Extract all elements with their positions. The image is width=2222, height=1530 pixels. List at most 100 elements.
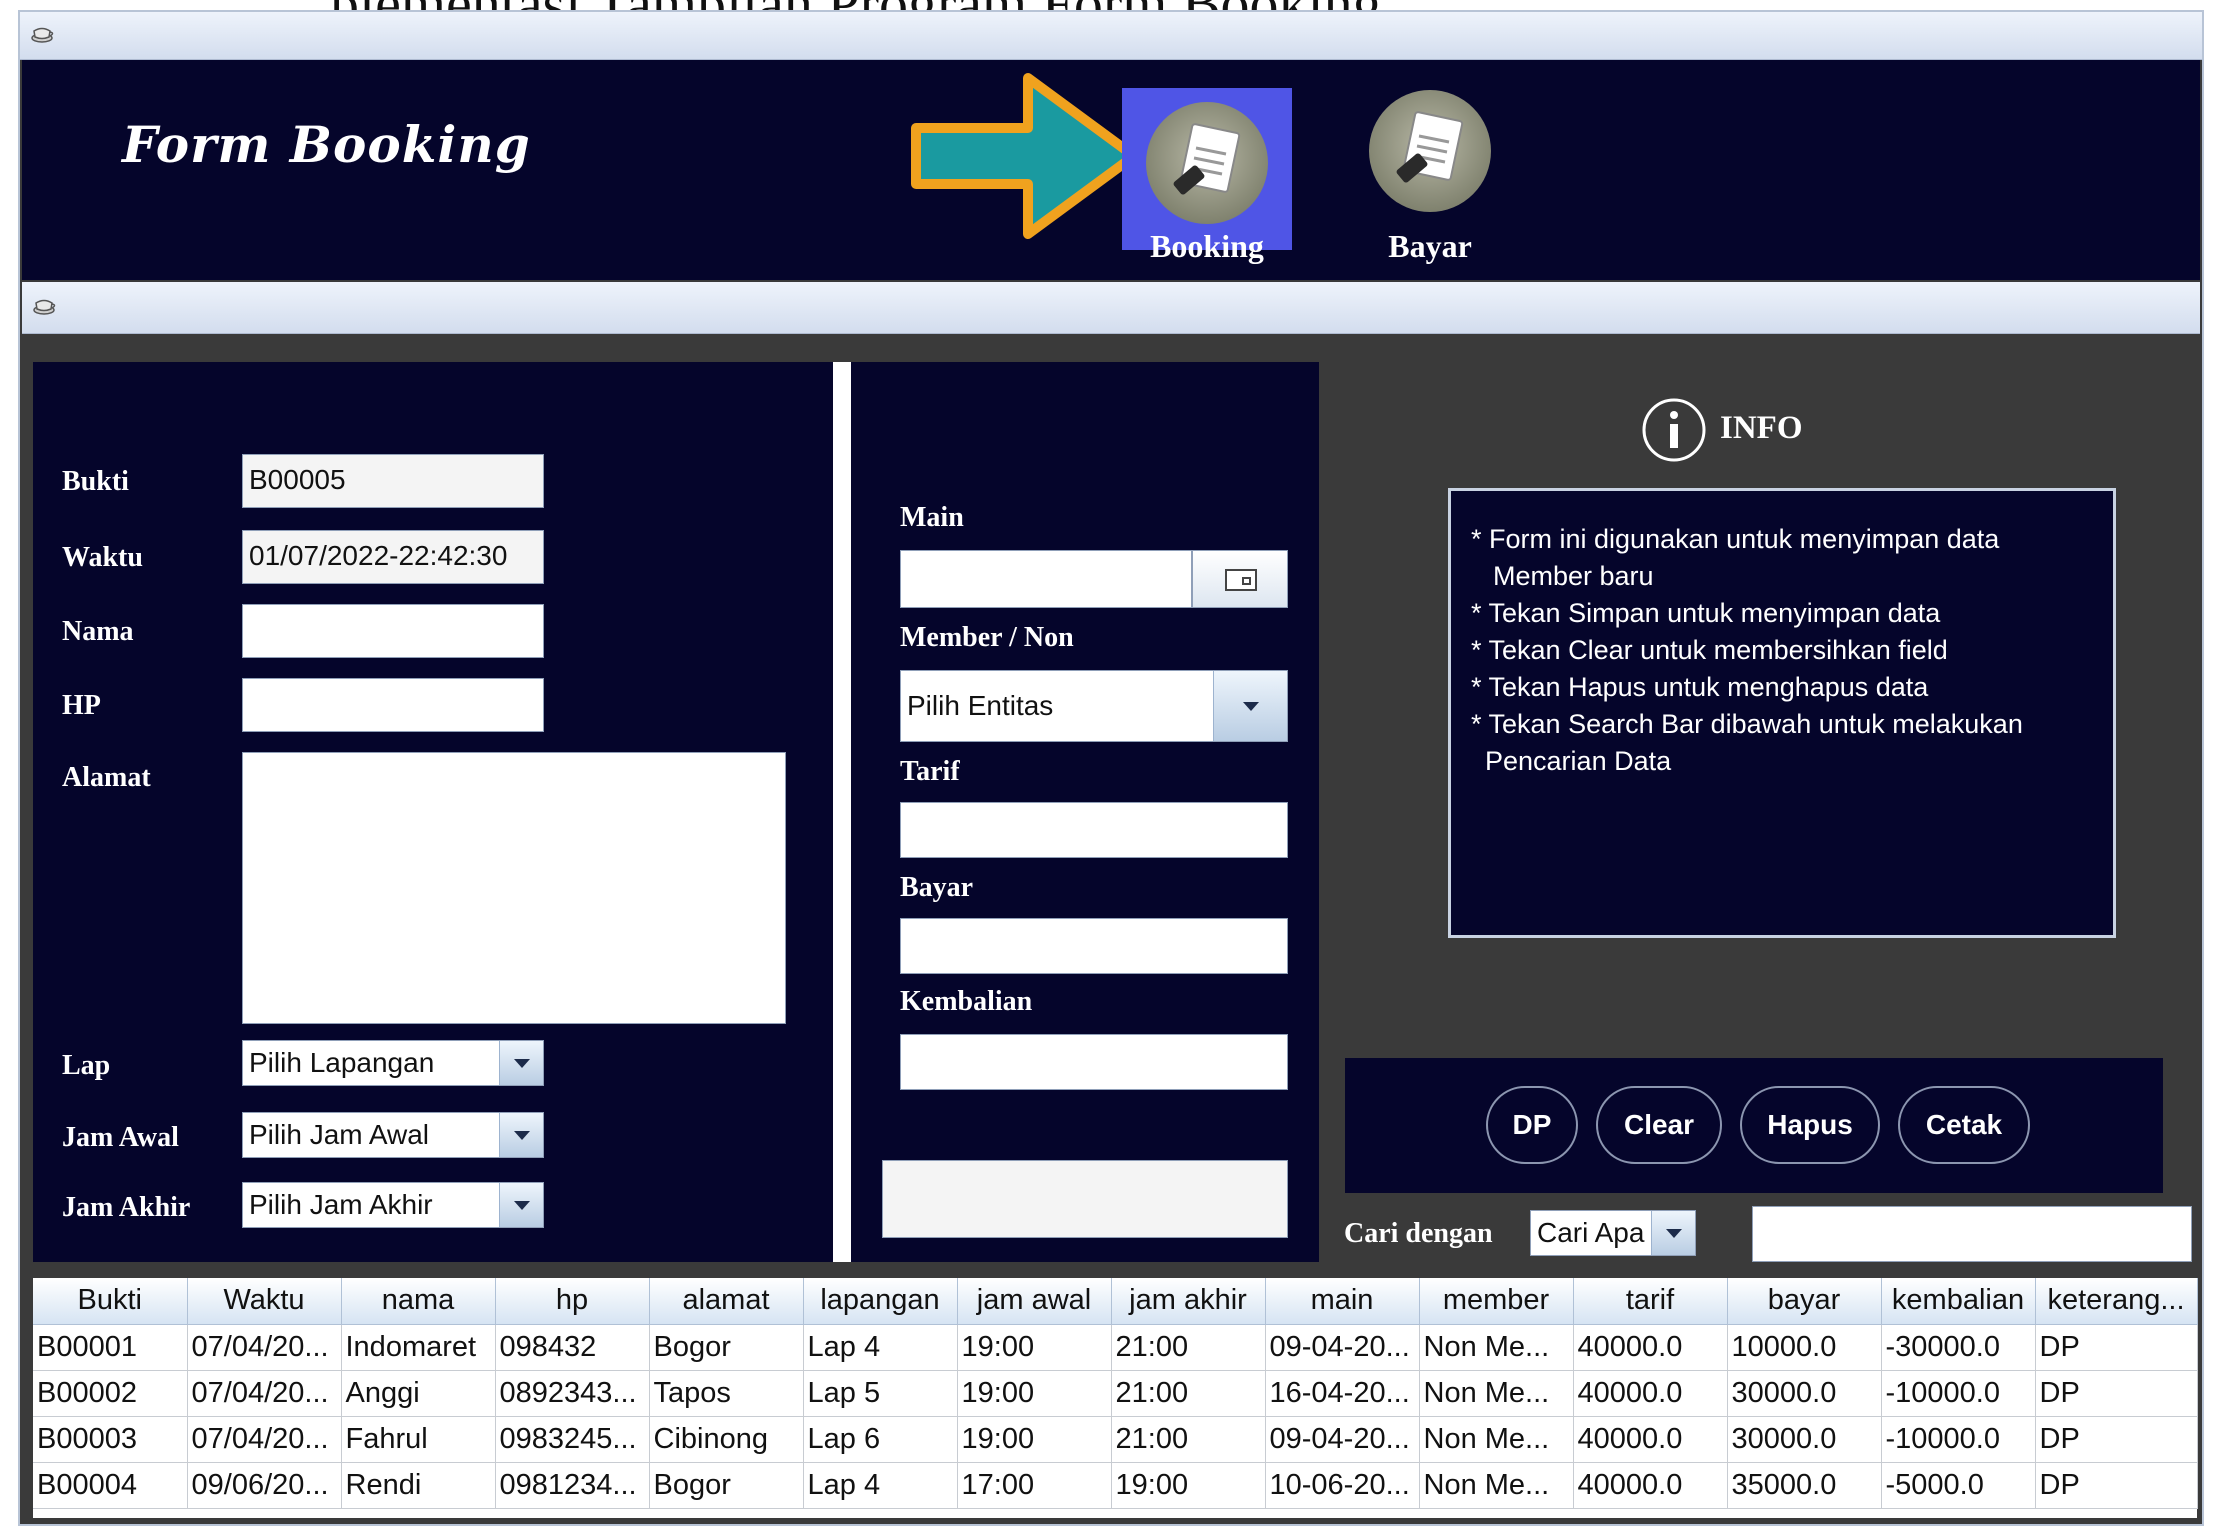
member-select-value: Pilih Entitas <box>907 690 1054 721</box>
table-cell: Lap 6 <box>803 1416 958 1463</box>
bayar-field[interactable] <box>900 918 1288 974</box>
table-cell: Anggi <box>341 1370 496 1417</box>
table-cell: DP <box>2035 1370 2198 1417</box>
column-header[interactable]: Bukti <box>33 1278 188 1325</box>
clear-button[interactable]: Clear <box>1596 1086 1722 1164</box>
hp-label: HP <box>62 690 101 721</box>
table-cell: 16-04-20... <box>1265 1370 1420 1417</box>
table-cell: B00001 <box>33 1324 188 1371</box>
column-header[interactable]: tarif <box>1573 1278 1728 1325</box>
table-cell: 17:00 <box>957 1462 1112 1509</box>
kembalian-field[interactable] <box>900 1034 1288 1090</box>
table-cell: B00002 <box>33 1370 188 1417</box>
search-input[interactable] <box>1752 1206 2192 1262</box>
column-header[interactable]: member <box>1419 1278 1574 1325</box>
table-cell: 40000.0 <box>1573 1416 1728 1463</box>
table-cell: 19:00 <box>957 1324 1112 1371</box>
bukti-label: Bukti <box>62 466 129 497</box>
member-select[interactable]: Pilih Entitas <box>900 670 1288 742</box>
inner-frame-title-bar[interactable] <box>22 282 2200 334</box>
table-cell: Lap 4 <box>803 1462 958 1509</box>
main-date-field[interactable] <box>900 550 1192 608</box>
calendar-icon <box>1225 569 1257 591</box>
waktu-label: Waktu <box>62 542 143 573</box>
table-cell: Bogor <box>649 1324 804 1371</box>
booking-table[interactable]: Bukti Waktu nama hp alamat lapangan jam … <box>33 1278 2198 1518</box>
kembalian-label: Kembalian <box>900 986 1033 1017</box>
tarif-field[interactable] <box>900 802 1288 858</box>
column-header[interactable]: kembalian <box>1881 1278 2036 1325</box>
hp-field[interactable] <box>242 678 544 732</box>
bukti-field[interactable]: B00005 <box>242 454 544 508</box>
chevron-down-icon[interactable] <box>499 1113 543 1157</box>
dp-button[interactable]: DP <box>1486 1086 1578 1164</box>
nama-field[interactable] <box>242 604 544 658</box>
table-cell: Rendi <box>341 1462 496 1509</box>
search-category-select[interactable]: Cari Apa ? <box>1530 1210 1696 1256</box>
jam-akhir-select[interactable]: Pilih Jam Akhir <box>242 1182 544 1228</box>
table-row[interactable]: B00001 07/04/20... Indomaret 098432 Bogo… <box>33 1324 2198 1371</box>
column-header[interactable]: keterang... <box>2035 1278 2198 1325</box>
table-cell: 21:00 <box>1111 1416 1266 1463</box>
table-cell: 10000.0 <box>1727 1324 1882 1371</box>
chevron-down-icon[interactable] <box>1651 1211 1695 1255</box>
info-line: Pencarian Data <box>1485 746 1672 776</box>
info-line: * Tekan Hapus untuk menghapus data <box>1471 672 1929 702</box>
column-header[interactable]: jam akhir <box>1111 1278 1266 1325</box>
calendar-button[interactable] <box>1192 550 1288 608</box>
table-cell: -30000.0 <box>1881 1324 2036 1371</box>
lap-select[interactable]: Pilih Lapangan <box>242 1040 544 1086</box>
bayar-label: Bayar <box>900 872 974 903</box>
table-cell: Fahrul <box>341 1416 496 1463</box>
column-header[interactable]: jam awal <box>957 1278 1112 1325</box>
table-cell: DP <box>2035 1416 2198 1463</box>
table-row[interactable]: B00002 07/04/20... Anggi 0892343... Tapo… <box>33 1370 2198 1417</box>
table-cell: 40000.0 <box>1573 1370 1728 1417</box>
table-row[interactable]: B00003 07/04/20... Fahrul 0983245... Cib… <box>33 1416 2198 1463</box>
info-line: * Tekan Search Bar dibawah untuk melakuk… <box>1471 709 2023 739</box>
info-line: * Tekan Clear untuk membersihkan field <box>1471 635 1948 665</box>
column-header[interactable]: bayar <box>1727 1278 1882 1325</box>
chevron-down-icon[interactable] <box>1213 671 1287 741</box>
info-box: * Form ini digunakan untuk menyimpan dat… <box>1448 488 2116 938</box>
info-title: INFO <box>1720 410 1803 446</box>
keterangan-field[interactable] <box>882 1160 1288 1238</box>
chevron-down-icon[interactable] <box>499 1041 543 1085</box>
document-icon <box>1146 102 1268 224</box>
hapus-button[interactable]: Hapus <box>1740 1086 1880 1164</box>
table-cell: 40000.0 <box>1573 1462 1728 1509</box>
column-header[interactable]: nama <box>341 1278 496 1325</box>
table-cell: 07/04/20... <box>187 1416 342 1463</box>
cetak-button[interactable]: Cetak <box>1898 1086 2030 1164</box>
table-cell: 19:00 <box>1111 1462 1266 1509</box>
alamat-textarea[interactable] <box>242 752 786 1024</box>
chevron-down-icon[interactable] <box>499 1183 543 1227</box>
column-header[interactable]: lapangan <box>803 1278 958 1325</box>
outer-frame-title-bar[interactable] <box>20 12 2202 60</box>
jam-akhir-label: Jam Akhir <box>62 1192 191 1223</box>
table-cell: 0892343... <box>495 1370 650 1417</box>
lap-label: Lap <box>62 1050 111 1081</box>
table-cell: 10-06-20... <box>1265 1462 1420 1509</box>
nav-bayar-button[interactable]: Bayar <box>1355 88 1505 264</box>
table-cell: B00003 <box>33 1416 188 1463</box>
lap-select-value: Pilih Lapangan <box>249 1047 435 1078</box>
column-header[interactable]: alamat <box>649 1278 804 1325</box>
column-header[interactable]: Waktu <box>187 1278 342 1325</box>
nama-label: Nama <box>62 616 134 647</box>
nav-booking-label: Booking <box>1150 228 1264 264</box>
column-header[interactable]: hp <box>495 1278 650 1325</box>
table-row[interactable]: B00004 09/06/20... Rendi 0981234... Bogo… <box>33 1462 2198 1509</box>
jam-awal-select[interactable]: Pilih Jam Awal <box>242 1112 544 1158</box>
table-cell: 21:00 <box>1111 1370 1266 1417</box>
nav-booking-button[interactable]: Booking <box>1122 88 1292 264</box>
table-cell: Non Me... <box>1419 1370 1574 1417</box>
panel-divider <box>833 362 851 1262</box>
table-cell: -10000.0 <box>1881 1416 2036 1463</box>
table-cell: 19:00 <box>957 1370 1112 1417</box>
jam-awal-label: Jam Awal <box>62 1122 179 1153</box>
waktu-field[interactable]: 01/07/2022-22:42:30 <box>242 530 544 584</box>
table-cell: Non Me... <box>1419 1416 1574 1463</box>
column-header[interactable]: main <box>1265 1278 1420 1325</box>
table-cell: 0981234... <box>495 1462 650 1509</box>
